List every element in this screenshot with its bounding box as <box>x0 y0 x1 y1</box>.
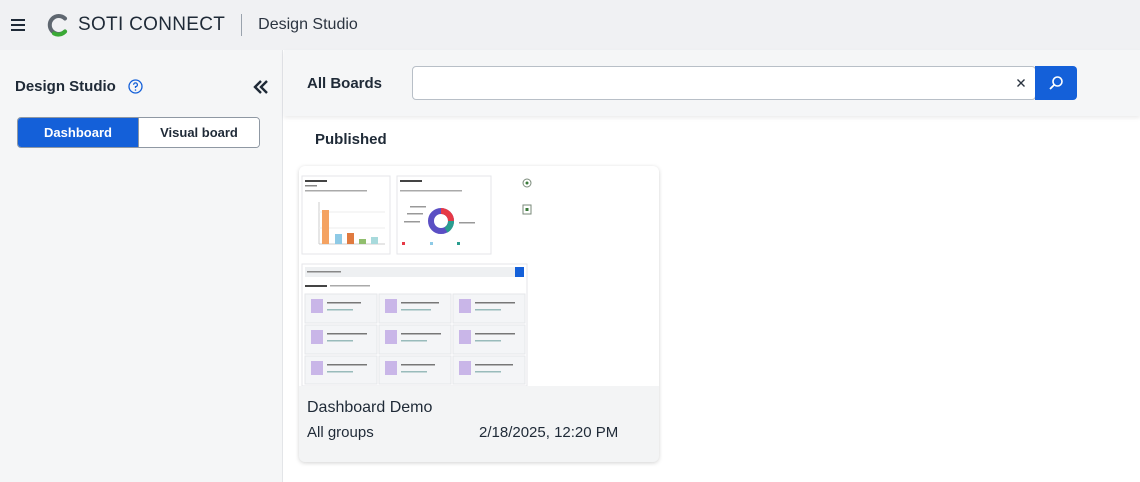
visual-board-toggle-button[interactable]: Visual board <box>138 118 259 147</box>
app-section-title: Design Studio <box>258 16 358 33</box>
board-thumbnail <box>299 166 659 386</box>
content-header: All Boards <box>284 50 1140 116</box>
section-title-published: Published <box>315 131 387 148</box>
dashboard-toggle-button[interactable]: Dashboard <box>18 118 138 147</box>
board-group: All groups <box>307 424 374 441</box>
soti-logo[interactable]: SOTI CONNECT <box>46 13 225 37</box>
sidebar: Design Studio Dashboard Visual board <box>0 50 283 482</box>
collapse-sidebar-icon[interactable] <box>252 79 270 95</box>
clear-icon[interactable] <box>1013 75 1029 91</box>
board-type-toggle: Dashboard Visual board <box>17 117 260 148</box>
board-name: Dashboard Demo <box>307 399 433 416</box>
search-icon <box>1049 76 1063 90</box>
topbar-divider <box>241 14 243 36</box>
board-card[interactable]: Dashboard Demo All groups 2/18/2025, 12:… <box>299 166 659 462</box>
sidebar-title: Design Studio <box>15 78 116 95</box>
search-box <box>412 66 1036 100</box>
hamburger-menu-icon[interactable] <box>4 11 32 39</box>
soti-logo-icon <box>47 14 67 37</box>
page-title: All Boards <box>307 75 383 92</box>
search-input[interactable] <box>413 67 1003 99</box>
help-icon[interactable] <box>128 79 143 94</box>
top-bar: SOTI CONNECT Design Studio <box>0 0 1140 50</box>
search-button[interactable] <box>1035 66 1077 100</box>
brand-name: SOTI CONNECT <box>78 14 226 35</box>
board-date: 2/18/2025, 12:20 PM <box>479 424 619 441</box>
sidebar-header: Design Studio <box>15 78 143 95</box>
